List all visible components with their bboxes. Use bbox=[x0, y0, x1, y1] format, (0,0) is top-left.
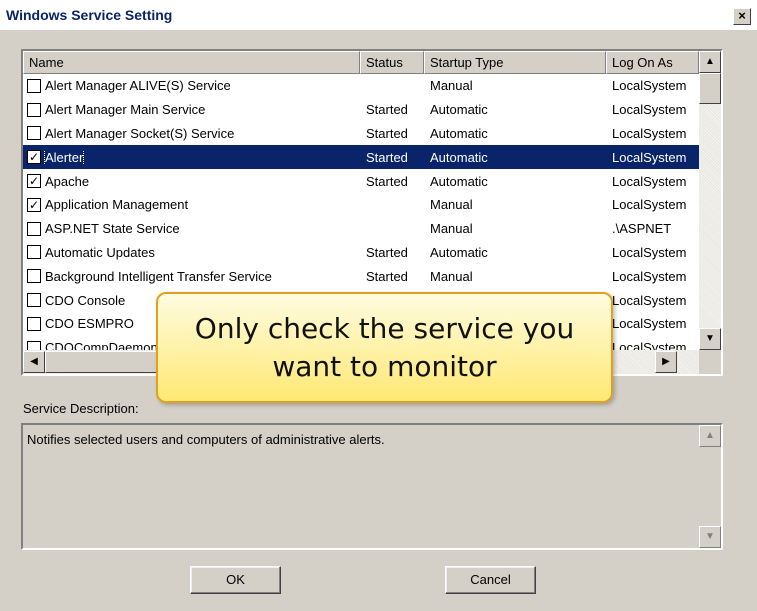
cancel-button[interactable]: Cancel bbox=[445, 566, 536, 594]
service-log-on-as: LocalSystem bbox=[612, 125, 687, 141]
service-name: CDO ESMPRO bbox=[45, 316, 134, 332]
list-item[interactable]: Automatic Updates Started Automatic LocalSy… bbox=[23, 241, 699, 265]
close-button[interactable]: × bbox=[733, 8, 751, 25]
window-title: Windows Service Setting bbox=[6, 7, 173, 23]
service-description-text: Notifies selected users and computers of… bbox=[27, 432, 385, 447]
scroll-right-icon[interactable]: ▶ bbox=[655, 351, 677, 373]
service-name: Automatic Updates bbox=[45, 244, 155, 260]
service-startup-type: Manual bbox=[430, 197, 473, 213]
service-name-cell: ✓ Alerter bbox=[23, 149, 360, 165]
service-name-cell: Alert Manager Main Service bbox=[23, 102, 360, 117]
service-name-cell: Alert Manager Socket(S) Service bbox=[23, 126, 360, 141]
service-checkbox[interactable] bbox=[27, 102, 41, 117]
service-status: Started bbox=[366, 173, 408, 189]
column-header-name[interactable]: Name bbox=[23, 51, 360, 74]
service-log-on-as: LocalSystem bbox=[612, 149, 687, 165]
service-checkbox[interactable] bbox=[27, 126, 41, 141]
service-log-on-as: LocalSystem bbox=[612, 292, 687, 308]
service-checkbox[interactable] bbox=[27, 293, 41, 308]
service-log-on-as: LocalSystem bbox=[612, 102, 687, 118]
service-name: Application Management bbox=[45, 197, 189, 213]
description-scroll-up-icon: ▲ bbox=[699, 425, 721, 447]
list-item[interactable]: ASP.NET State Service Manual .\ASPNET bbox=[23, 217, 699, 241]
description-scrollbar: ▲ ▼ bbox=[699, 425, 721, 548]
service-checkbox[interactable] bbox=[27, 245, 41, 260]
service-checkbox[interactable]: ✓ bbox=[27, 150, 41, 165]
column-header-startup-type[interactable]: Startup Type bbox=[424, 51, 606, 74]
scroll-down-icon[interactable]: ▼ bbox=[699, 328, 721, 350]
column-header-status[interactable]: Status bbox=[360, 51, 424, 74]
service-name: Apache bbox=[45, 173, 90, 189]
list-item[interactable]: Alert Manager Socket(S) Service Started Au… bbox=[23, 122, 699, 146]
service-name-cell: ASP.NET State Service bbox=[23, 221, 360, 236]
list-item[interactable]: Alert Manager ALIVE(S) Service Manual Loca… bbox=[23, 74, 699, 98]
service-name: Alert Manager Main Service bbox=[45, 102, 206, 118]
list-header: Name Status Startup Type Log On As bbox=[23, 51, 699, 74]
service-log-on-as: LocalSystem bbox=[612, 173, 687, 189]
service-checkbox[interactable] bbox=[27, 221, 41, 236]
service-name: Alerter bbox=[43, 149, 85, 165]
service-status: Started bbox=[366, 244, 408, 260]
service-startup-type: Manual bbox=[430, 221, 473, 237]
list-item[interactable]: ✓ Application Management Manual LocalSystem bbox=[23, 193, 699, 217]
title-bar: Windows Service Setting × bbox=[0, 0, 757, 30]
service-checkbox[interactable] bbox=[27, 316, 41, 331]
scrollbar-corner bbox=[699, 350, 721, 374]
description-scroll-down-icon: ▼ bbox=[699, 526, 721, 548]
service-name: ASP.NET State Service bbox=[45, 221, 180, 237]
ok-button[interactable]: OK bbox=[190, 566, 281, 594]
service-status: Started bbox=[366, 102, 408, 118]
service-startup-type: Automatic bbox=[430, 149, 488, 165]
column-header-log-on-as[interactable]: Log On As bbox=[606, 51, 699, 74]
service-checkbox[interactable] bbox=[27, 78, 41, 93]
list-item[interactable]: ✓ Apache Started Automatic LocalSystem bbox=[23, 169, 699, 193]
service-log-on-as: LocalSystem bbox=[612, 268, 687, 284]
service-startup-type: Automatic bbox=[430, 244, 488, 260]
list-item[interactable]: Alert Manager Main Service Started Automat… bbox=[23, 98, 699, 122]
service-name-cell: Automatic Updates bbox=[23, 245, 360, 260]
service-startup-type: Automatic bbox=[430, 125, 488, 141]
service-name: CDOCompDaemon bbox=[45, 340, 158, 350]
service-description-label: Service Description: bbox=[23, 401, 139, 416]
service-description-box: Notifies selected users and computers of… bbox=[21, 423, 723, 550]
service-name-cell: Alert Manager ALIVE(S) Service bbox=[23, 78, 360, 93]
service-startup-type: Manual bbox=[430, 78, 473, 94]
list-item[interactable]: ✓ Alerter Started Automatic LocalSystem bbox=[23, 145, 699, 170]
scroll-left-icon[interactable]: ◀ bbox=[23, 351, 45, 373]
scroll-up-icon[interactable]: ▲ bbox=[699, 51, 721, 73]
instruction-callout: Only check the service you want to monit… bbox=[156, 292, 613, 403]
service-log-on-as: LocalSystem bbox=[612, 316, 687, 332]
service-name: CDO Console bbox=[45, 292, 126, 308]
service-log-on-as: LocalSystem bbox=[612, 340, 687, 350]
service-checkbox[interactable] bbox=[27, 269, 41, 284]
service-name-cell: Background Intelligent Transfer Service bbox=[23, 269, 360, 284]
service-status: Started bbox=[366, 149, 408, 165]
service-status: Started bbox=[366, 268, 408, 284]
service-name: Alert Manager ALIVE(S) Service bbox=[45, 78, 231, 94]
list-item[interactable]: Background Intelligent Transfer Service S… bbox=[23, 264, 699, 288]
service-startup-type: Automatic bbox=[430, 102, 488, 118]
service-log-on-as: LocalSystem bbox=[612, 78, 687, 94]
service-log-on-as: LocalSystem bbox=[612, 244, 687, 260]
service-log-on-as: LocalSystem bbox=[612, 197, 687, 213]
service-status: Started bbox=[366, 125, 408, 141]
service-startup-type: Manual bbox=[430, 268, 473, 284]
service-checkbox[interactable]: ✓ bbox=[27, 174, 41, 189]
service-name-cell: ✓ Apache bbox=[23, 174, 360, 189]
service-checkbox[interactable] bbox=[27, 340, 41, 350]
service-checkbox[interactable]: ✓ bbox=[27, 197, 41, 212]
service-startup-type: Automatic bbox=[430, 173, 488, 189]
service-name: Background Intelligent Transfer Service bbox=[45, 268, 272, 284]
service-name: Alert Manager Socket(S) Service bbox=[45, 125, 235, 141]
vertical-scrollbar[interactable]: ▲ ▼ bbox=[699, 51, 721, 350]
service-log-on-as: .\ASPNET bbox=[612, 221, 672, 237]
service-name-cell: ✓ Application Management bbox=[23, 197, 360, 212]
vertical-scroll-thumb[interactable] bbox=[699, 73, 721, 104]
